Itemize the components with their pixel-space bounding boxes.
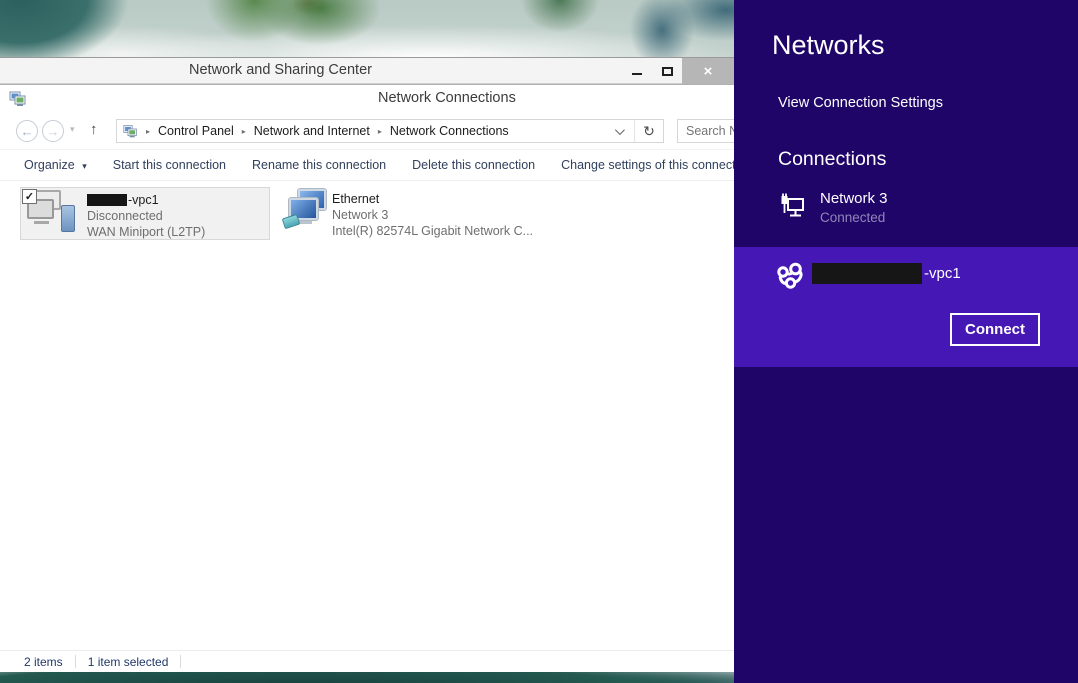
selection-count: 1 item selected <box>88 655 169 669</box>
background-window-titlebar[interactable]: Network and Sharing Center × <box>0 57 734 84</box>
organize-button[interactable]: Organize ▾ <box>24 158 87 172</box>
connection-name-suffix: -vpc1 <box>128 192 159 208</box>
address-bar[interactable]: ▸ Control Panel ▸ Network and Internet ▸… <box>116 119 664 143</box>
breadcrumb-control-panel[interactable]: Control Panel <box>158 124 234 138</box>
redacted-text <box>87 194 127 206</box>
screen: Network and Sharing Center × Network Con… <box>0 0 1078 683</box>
command-toolbar: Organize ▾ Start this connection Rename … <box>0 149 734 181</box>
explorer-titlebar[interactable]: Network Connections <box>0 85 734 113</box>
connection-name: -vpc1 <box>87 192 205 208</box>
background-window-title: Network and Sharing Center <box>189 62 372 78</box>
organize-caret-icon: ▾ <box>82 161 87 171</box>
vpn-connection-icon: ✓ <box>21 188 87 239</box>
networks-panel-title: Networks <box>772 30 885 61</box>
connections-section-header: Connections <box>778 148 886 171</box>
wired-network-icon <box>778 192 808 222</box>
network-name: Network 3 <box>820 190 888 207</box>
minimize-icon <box>632 73 642 75</box>
explorer-window-title: Network Connections <box>378 90 516 106</box>
network-connections-icon <box>9 90 27 108</box>
check-icon: ✓ <box>25 190 34 203</box>
breadcrumb-network-and-internet[interactable]: Network and Internet <box>254 124 370 138</box>
redacted-text <box>812 263 922 284</box>
connection-device: Intel(R) 82574L Gigabit Network C... <box>332 223 533 239</box>
up-button[interactable]: ↑ <box>90 121 98 138</box>
history-dropdown-button[interactable]: ▾ <box>70 124 75 135</box>
network-item-vpn-selected[interactable]: -vpc1 Connect <box>734 247 1078 367</box>
ethernet-connection-icon <box>283 187 332 240</box>
explorer-window: Network Connections ← → ▾ ↑ ▸ Contro <box>0 84 734 672</box>
items-count: 2 items <box>24 655 63 669</box>
address-location-icon <box>123 124 138 139</box>
navigation-bar: ← → ▾ ↑ ▸ Control Panel ▸ Network and In… <box>0 113 734 149</box>
monitor-stand <box>34 221 49 224</box>
maximize-icon <box>662 67 673 76</box>
view-connection-settings-link[interactable]: View Connection Settings <box>778 95 943 111</box>
networks-panel: Networks View Connection Settings Connec… <box>734 0 1078 683</box>
refresh-button[interactable]: ↻ <box>635 123 663 140</box>
change-settings-button[interactable]: Change settings of this connection <box>561 158 734 172</box>
close-icon: × <box>704 63 713 80</box>
status-bar: 2 items 1 item selected <box>0 650 734 672</box>
tower-icon <box>61 205 75 232</box>
connection-name: Ethernet <box>332 191 533 207</box>
vpn-name-suffix: -vpc1 <box>924 265 961 282</box>
status-divider <box>180 655 181 668</box>
forward-button[interactable]: → <box>42 120 64 142</box>
start-connection-button[interactable]: Start this connection <box>113 158 226 172</box>
breadcrumb-network-connections[interactable]: Network Connections <box>390 124 509 138</box>
connection-tile-vpn[interactable]: ✓ -vpc1 Disconnected WAN Miniport (L2TP) <box>20 187 270 240</box>
close-button[interactable]: × <box>682 58 734 84</box>
connection-device: WAN Miniport (L2TP) <box>87 224 205 239</box>
organize-label: Organize <box>24 158 75 172</box>
connection-status: Network 3 <box>332 207 533 223</box>
breadcrumb-separator-icon: ▸ <box>242 127 246 136</box>
selection-checkbox[interactable]: ✓ <box>22 189 37 204</box>
forward-icon: → <box>47 124 60 139</box>
delete-connection-button[interactable]: Delete this connection <box>412 158 535 172</box>
connect-button[interactable]: Connect <box>950 313 1040 346</box>
ethernet-plug-icon <box>282 214 301 229</box>
connection-status: Disconnected <box>87 208 205 224</box>
vpn-icon <box>776 261 812 293</box>
maximize-button[interactable] <box>652 58 682 84</box>
connection-tile-ethernet[interactable]: Ethernet Network 3 Intel(R) 82574L Gigab… <box>283 187 533 240</box>
address-dropdown-icon[interactable] <box>615 125 625 135</box>
status-divider <box>75 655 76 668</box>
network-status: Connected <box>820 210 888 225</box>
window-controls: × <box>622 58 734 84</box>
back-icon: ← <box>21 124 34 139</box>
rename-connection-button[interactable]: Rename this connection <box>252 158 386 172</box>
breadcrumb-separator-icon: ▸ <box>146 127 150 136</box>
minimize-button[interactable] <box>622 58 652 84</box>
network-item-wired[interactable]: Network 3 Connected <box>778 190 888 225</box>
breadcrumb-separator-icon: ▸ <box>378 127 382 136</box>
back-button[interactable]: ← <box>16 120 38 142</box>
